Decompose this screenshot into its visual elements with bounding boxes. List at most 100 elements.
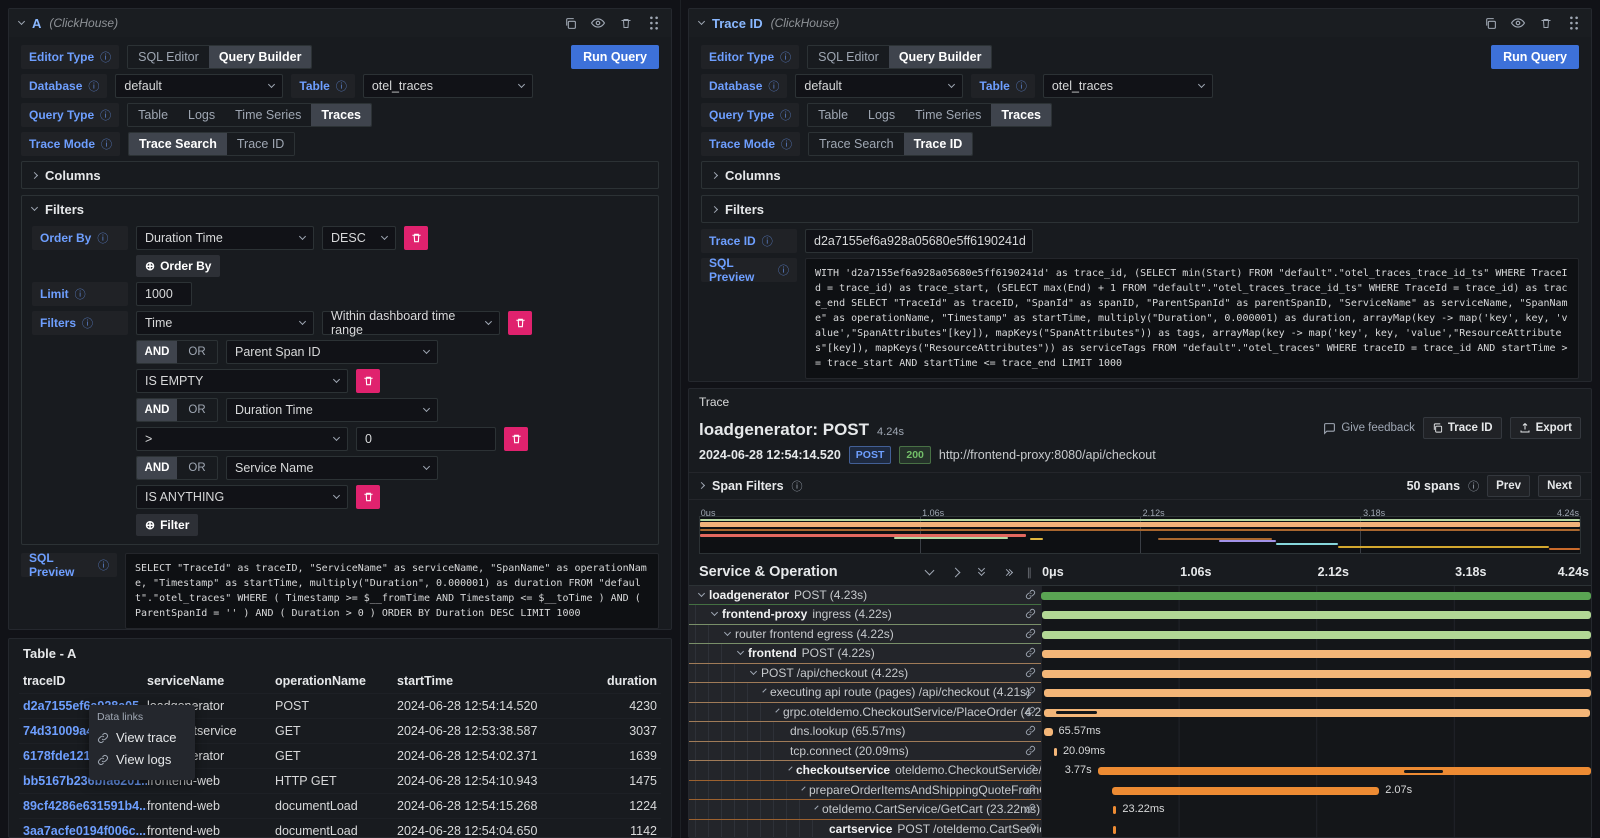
- trace-minimap[interactable]: 0μs1.06s2.12s3.18s4.24s: [699, 504, 1581, 554]
- span-collapse-icon[interactable]: [724, 629, 731, 636]
- trace-id-link[interactable]: 3aa7acfe0194f006c...: [23, 824, 147, 838]
- condition-field-select[interactable]: Duration Time: [226, 398, 438, 422]
- span-timeline-cell[interactable]: [1041, 664, 1591, 684]
- filters-section-header[interactable]: Filters: [702, 196, 1578, 222]
- and-option[interactable]: AND: [137, 399, 177, 421]
- trace-search-option[interactable]: Trace Search: [809, 133, 904, 155]
- condition-field-select[interactable]: Service Name: [226, 456, 438, 480]
- info-icon[interactable]: ⓘ: [1468, 478, 1479, 494]
- span-collapse-icon[interactable]: [762, 689, 766, 693]
- link-icon[interactable]: [1025, 628, 1036, 639]
- span-collapse-icon[interactable]: [711, 609, 718, 616]
- span-name-cell[interactable]: frontendPOST (4.22s): [689, 644, 1041, 664]
- span-row[interactable]: router frontend egress (4.22s): [689, 625, 1591, 645]
- span-gantt-bar[interactable]: [1098, 767, 1591, 775]
- span-gantt-bar[interactable]: [1054, 748, 1057, 756]
- link-icon[interactable]: [1025, 608, 1036, 619]
- query-type-traces[interactable]: Traces: [311, 104, 371, 126]
- condition-field-select[interactable]: Parent Span ID: [226, 340, 438, 364]
- span-row[interactable]: cartservicePOST /oteldemo.CartService/Ge…: [689, 820, 1591, 838]
- sql-editor-option[interactable]: SQL Editor: [808, 46, 889, 68]
- span-timeline-cell[interactable]: [1041, 644, 1591, 664]
- span-gantt-bar[interactable]: [1113, 806, 1116, 814]
- table-row[interactable]: 89cf4286e631591b4...frontend-webdocument…: [19, 793, 661, 818]
- collapse-all-icon[interactable]: [975, 565, 989, 579]
- span-collapse-icon[interactable]: [788, 767, 792, 771]
- span-row[interactable]: dns.lookup (65.57ms)65.57ms: [689, 722, 1591, 742]
- span-timeline-cell[interactable]: 65.57ms: [1041, 722, 1591, 742]
- panel-traceid-header[interactable]: Trace ID (ClickHouse): [689, 9, 1591, 37]
- span-gantt-bar[interactable]: [1042, 650, 1591, 658]
- database-select[interactable]: default: [795, 74, 963, 98]
- span-timeline-cell[interactable]: 3.77s: [1041, 761, 1591, 781]
- span-name-cell[interactable]: loadgeneratorPOST (4.23s): [689, 586, 1041, 606]
- panel-a-header[interactable]: A (ClickHouse): [9, 9, 671, 37]
- info-icon[interactable]: ⓘ: [100, 107, 111, 123]
- info-icon[interactable]: ⓘ: [778, 262, 789, 278]
- trace-id-input[interactable]: d2a7155ef6a928a05680e5ff6190241d: [805, 229, 1033, 253]
- link-icon[interactable]: [1025, 686, 1036, 697]
- next-button[interactable]: Next: [1538, 475, 1581, 497]
- span-gantt-bar[interactable]: [1044, 709, 1590, 717]
- span-timeline-cell[interactable]: [1041, 625, 1591, 645]
- span-gantt-bar[interactable]: [1044, 689, 1591, 697]
- table-select[interactable]: otel_traces: [363, 74, 533, 98]
- trace-id-link[interactable]: 89cf4286e631591b4...: [23, 799, 147, 813]
- order-by-field-select[interactable]: Duration Time: [136, 226, 314, 250]
- link-icon[interactable]: [1025, 589, 1036, 600]
- or-option[interactable]: OR: [177, 457, 217, 479]
- info-icon[interactable]: ⓘ: [768, 78, 779, 94]
- or-option[interactable]: OR: [177, 399, 217, 421]
- eye-icon[interactable]: [591, 16, 605, 30]
- span-row[interactable]: executing api route (pages) /api/checkou…: [689, 683, 1591, 703]
- info-icon[interactable]: ⓘ: [75, 286, 86, 302]
- span-name-cell[interactable]: POST /api/checkout (4.22s): [689, 664, 1041, 684]
- span-name-cell[interactable]: executing api route (pages) /api/checkou…: [689, 683, 1041, 703]
- trash-icon[interactable]: [1539, 16, 1553, 30]
- duplicate-icon[interactable]: [1483, 16, 1497, 30]
- trace-search-option[interactable]: Trace Search: [129, 133, 227, 155]
- remove-order-by-button[interactable]: [404, 226, 428, 250]
- columns-section-header[interactable]: Columns: [702, 162, 1578, 188]
- link-icon[interactable]: [1025, 764, 1036, 775]
- span-timeline-cell[interactable]: 2.07s: [1041, 781, 1591, 801]
- trace-id-option[interactable]: Trace ID: [904, 133, 973, 155]
- order-by-direction-select[interactable]: DESC: [322, 226, 396, 250]
- info-icon[interactable]: ⓘ: [781, 136, 792, 152]
- col-header-duration[interactable]: duration: [549, 674, 657, 688]
- remove-condition-button[interactable]: [504, 427, 528, 451]
- condition-operator-select[interactable]: IS ANYTHING: [136, 485, 348, 509]
- span-timeline-cell[interactable]: [1041, 586, 1591, 606]
- span-filters-label[interactable]: Span Filters: [712, 479, 784, 493]
- info-icon[interactable]: ⓘ: [97, 230, 108, 246]
- column-divider[interactable]: [680, 0, 681, 838]
- span-timeline-cell[interactable]: [1041, 820, 1591, 838]
- chevron-right-icon[interactable]: [949, 565, 963, 579]
- info-icon[interactable]: ⓘ: [88, 78, 99, 94]
- span-collapse-icon[interactable]: [737, 648, 744, 655]
- span-collapse-icon[interactable]: [750, 668, 757, 675]
- info-icon[interactable]: ⓘ: [336, 78, 347, 94]
- columns-section-header[interactable]: Columns: [22, 162, 658, 188]
- span-collapse-icon[interactable]: [814, 806, 818, 810]
- span-name-cell[interactable]: prepareOrderItemsAndShippingQuoteFromCar…: [689, 781, 1041, 801]
- span-row[interactable]: checkoutserviceoteldemo.CheckoutService/…: [689, 761, 1591, 781]
- drag-handle-icon[interactable]: [647, 16, 661, 30]
- col-header-serviceName[interactable]: serviceName: [147, 674, 275, 688]
- query-type-logs[interactable]: Logs: [178, 104, 225, 126]
- span-gantt-bar[interactable]: [1042, 611, 1591, 619]
- info-icon[interactable]: ⓘ: [100, 49, 111, 65]
- sql-editor-option[interactable]: SQL Editor: [128, 46, 209, 68]
- condition-operator-select[interactable]: >: [136, 427, 348, 451]
- link-icon[interactable]: [1025, 647, 1036, 658]
- span-gantt-bar[interactable]: [1113, 826, 1116, 834]
- link-icon[interactable]: [1025, 706, 1036, 717]
- span-name-cell[interactable]: tcp.connect (20.09ms): [689, 742, 1041, 762]
- panel-collapse-icon[interactable]: [698, 18, 705, 25]
- span-gantt-bar[interactable]: [1041, 592, 1591, 600]
- span-row[interactable]: loadgeneratorPOST (4.23s): [689, 586, 1591, 606]
- run-query-button[interactable]: Run Query: [1491, 45, 1579, 69]
- query-builder-option[interactable]: Query Builder: [889, 46, 992, 68]
- span-name-cell[interactable]: checkoutserviceoteldemo.CheckoutService/…: [689, 761, 1041, 781]
- span-timeline-cell[interactable]: 20.09ms: [1041, 742, 1591, 762]
